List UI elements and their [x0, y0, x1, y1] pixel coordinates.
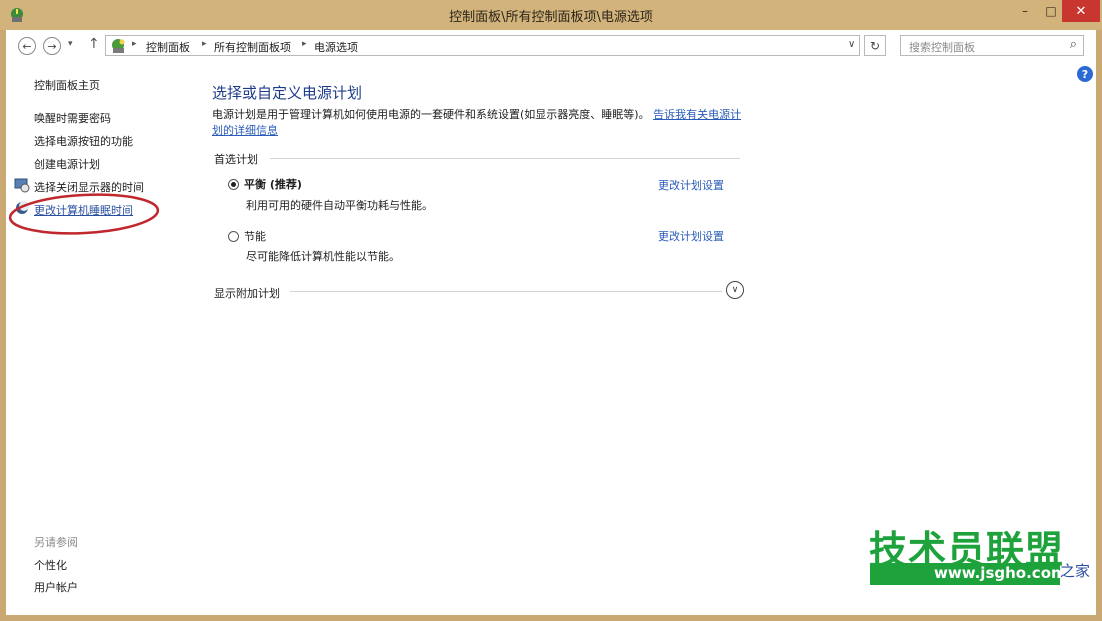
expand-chevron-icon[interactable]: ∨	[726, 281, 744, 299]
address-bar[interactable]: ▸ 控制面板 ▸ 所有控制面板项 ▸ 电源选项 ∨	[105, 35, 860, 56]
breadcrumb-separator: ▸	[132, 39, 137, 49]
breadcrumb-all-items[interactable]: 所有控制面板项	[214, 39, 291, 55]
page-description: 电源计划是用于管理计算机如何使用电源的一套硬件和系统设置(如显示器亮度、睡眠等)…	[212, 107, 742, 139]
breadcrumb-separator: ▸	[302, 39, 307, 49]
recent-locations-button[interactable]: ▾	[68, 39, 73, 49]
refresh-button[interactable]: ↻	[864, 35, 886, 56]
up-button[interactable]: ↑	[88, 36, 100, 52]
help-icon[interactable]: ?	[1077, 66, 1093, 82]
search-input[interactable]: 搜索控制面板 ⌕	[900, 35, 1084, 56]
close-button[interactable]: ✕	[1062, 0, 1100, 22]
plan-balanced-desc: 利用可用的硬件自动平衡功耗与性能。	[246, 197, 433, 213]
search-placeholder: 搜索控制面板	[909, 41, 975, 54]
back-button[interactable]: ←	[18, 37, 36, 55]
plan-balanced-radio[interactable]	[228, 179, 239, 190]
forward-button[interactable]: →	[43, 37, 61, 55]
plan-power-saver-radio[interactable]	[228, 231, 239, 242]
see-also-title: 另请参阅	[34, 534, 78, 550]
sidebar-item-create-plan[interactable]: 创建电源计划	[34, 156, 100, 172]
plan-balanced-settings-link[interactable]: 更改计划设置	[658, 177, 724, 193]
watermark-tail: 之家	[1060, 560, 1090, 581]
breadcrumb-separator: ▸	[202, 39, 207, 49]
display-power-icon	[14, 177, 30, 193]
address-dropdown-button[interactable]: ∨	[848, 39, 855, 50]
window-border	[0, 615, 1102, 621]
page-title: 选择或自定义电源计划	[212, 82, 362, 103]
window-title: 控制面板\所有控制面板项\电源选项	[0, 6, 1102, 25]
plan-power-saver-settings-link[interactable]: 更改计划设置	[658, 228, 724, 244]
plan-power-saver-name[interactable]: 节能	[244, 228, 266, 244]
sidebar-item-wake-password[interactable]: 唤醒时需要密码	[34, 110, 111, 126]
sidebar-item-personalization[interactable]: 个性化	[34, 557, 67, 573]
breadcrumb-control-panel[interactable]: 控制面板	[146, 39, 190, 55]
red-annotation-ellipse	[6, 192, 162, 236]
plan-power-saver-desc: 尽可能降低计算机性能以节能。	[246, 248, 400, 264]
plan-balanced-name[interactable]: 平衡 (推荐)	[244, 176, 302, 192]
group-divider	[270, 158, 740, 159]
navigation-bar: ← → ▾ ↑ ▸ 控制面板 ▸ 所有控制面板项 ▸ 电源选项 ∨ ↻ 搜索控制…	[6, 30, 1096, 60]
group-divider	[290, 291, 722, 292]
search-icon[interactable]: ⌕	[1070, 37, 1077, 52]
watermark-url: www.jsgho.com	[870, 563, 1060, 585]
additional-plans-header[interactable]: 显示附加计划	[214, 285, 280, 301]
sidebar-item-home[interactable]: 控制面板主页	[34, 77, 100, 93]
sidebar-item-user-accounts[interactable]: 用户帐户	[34, 579, 78, 595]
control-panel-icon	[110, 37, 128, 55]
title-bar: 控制面板\所有控制面板项\电源选项 – □ ✕	[0, 0, 1102, 30]
breadcrumb-power-options[interactable]: 电源选项	[314, 39, 358, 55]
preferred-plans-header: 首选计划	[214, 151, 258, 167]
sidebar-item-power-button[interactable]: 选择电源按钮的功能	[34, 133, 133, 149]
description-text: 电源计划是用于管理计算机如何使用电源的一套硬件和系统设置(如显示器亮度、睡眠等)…	[212, 108, 650, 121]
